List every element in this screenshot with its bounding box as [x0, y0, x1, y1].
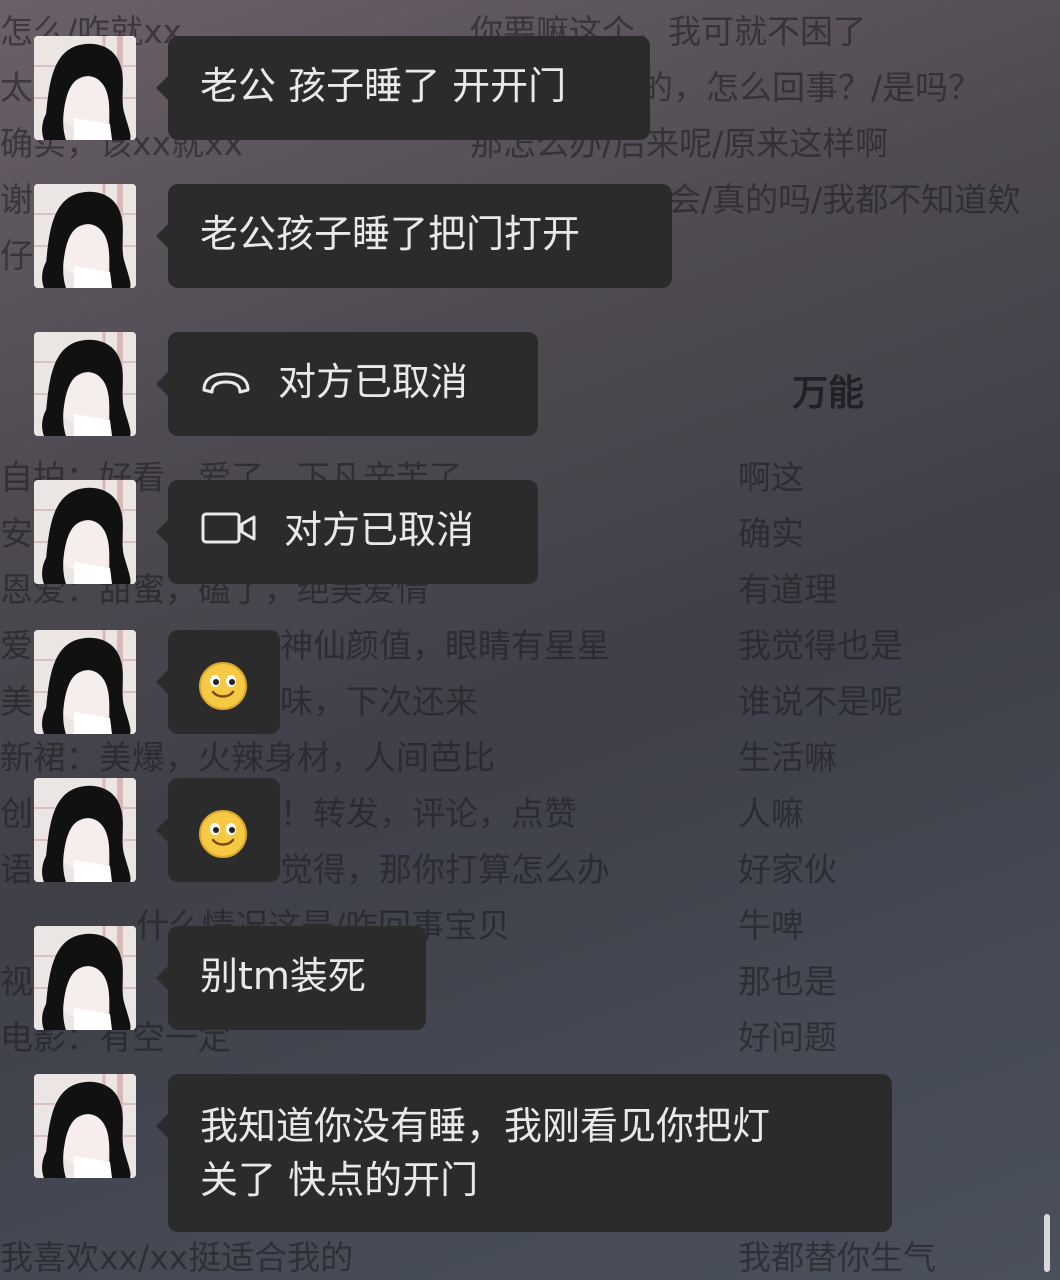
call-status-text: 对方已取消	[284, 508, 475, 552]
bg-line: 语	[0, 850, 33, 889]
bg-line: 爱	[0, 626, 33, 665]
bg-line: 味，下次还来	[280, 682, 478, 721]
avatar[interactable]	[34, 630, 136, 734]
emoji-bubble[interactable]	[156, 778, 280, 882]
message-text-line: 关了 快点的开门	[200, 1158, 479, 1202]
avatar[interactable]	[34, 184, 136, 288]
bg-line: 神仙颜值，眼睛有星星	[280, 626, 610, 665]
message-text: 老公 孩子睡了 开开门	[200, 64, 567, 108]
bg-line: 确实	[738, 514, 804, 553]
bg-line: 会/真的吗/我都不知道欸	[668, 180, 1021, 219]
message-text-line: 我知道你没有睡，我刚看见你把灯	[200, 1104, 771, 1148]
message-bubble[interactable]: 老公孩子睡了把门打开	[156, 184, 672, 288]
avatar[interactable]	[34, 1074, 136, 1178]
message-text: 别tm装死	[200, 954, 366, 998]
message-bubble[interactable]: 我知道你没有睡，我刚看见你把灯 关了 快点的开门	[156, 1074, 892, 1232]
bg-line: ！转发，评论，点赞	[280, 794, 577, 833]
avatar[interactable]	[34, 36, 136, 140]
avatar[interactable]	[34, 778, 136, 882]
bg-line: 谢	[0, 180, 33, 219]
bg-line: 那也是	[738, 962, 837, 1001]
emoji-bubble[interactable]	[156, 630, 280, 734]
video-call-bubble[interactable]: 对方已取消	[156, 480, 538, 584]
bg-line: 我都替你生气	[738, 1238, 936, 1277]
bg-line: 生活嘛	[738, 738, 837, 777]
smile-emoji-icon	[198, 809, 248, 859]
bg-line: 谁说不是呢	[738, 682, 903, 721]
bg-heading: 万能	[792, 373, 865, 414]
avatar[interactable]	[34, 332, 136, 436]
bg-line: 我喜欢xx/xx挺适合我的	[0, 1238, 354, 1277]
bg-line: 太	[0, 68, 33, 107]
bg-line: 啊这	[738, 458, 804, 497]
bg-line: 觉得，那你打算怎么办	[280, 850, 610, 889]
bg-line: 有道理	[738, 570, 837, 609]
bg-line: 牛啤	[738, 906, 804, 945]
bg-line: 视	[0, 962, 33, 1001]
bg-line: 好家伙	[738, 850, 837, 889]
phone-hangup-icon	[200, 358, 252, 412]
avatar[interactable]	[34, 926, 136, 1030]
bg-line: 仔	[0, 236, 33, 275]
message-bubble[interactable]: 别tm装死	[156, 926, 426, 1030]
bg-line: 我觉得也是	[738, 626, 903, 665]
bg-line: 美	[0, 682, 33, 721]
bg-line: 的，怎么回事？/是吗？	[640, 68, 982, 107]
avatar[interactable]	[34, 480, 136, 584]
smile-emoji-icon	[198, 661, 248, 711]
scrollbar[interactable]	[1044, 1214, 1050, 1272]
message-text: 老公孩子睡了把门打开	[200, 212, 581, 256]
message-bubble[interactable]: 老公 孩子睡了 开开门	[156, 36, 650, 140]
bg-line: 新裙：美爆，火辣身材，人间芭比	[0, 738, 495, 777]
call-status-text: 对方已取消	[278, 360, 469, 404]
bg-line: 好问题	[738, 1018, 837, 1057]
bg-line: 人嘛	[738, 794, 804, 833]
video-call-icon	[200, 506, 258, 560]
bg-line: 创	[0, 794, 33, 833]
voice-call-bubble[interactable]: 对方已取消	[156, 332, 538, 436]
bg-line: 安	[0, 514, 33, 553]
